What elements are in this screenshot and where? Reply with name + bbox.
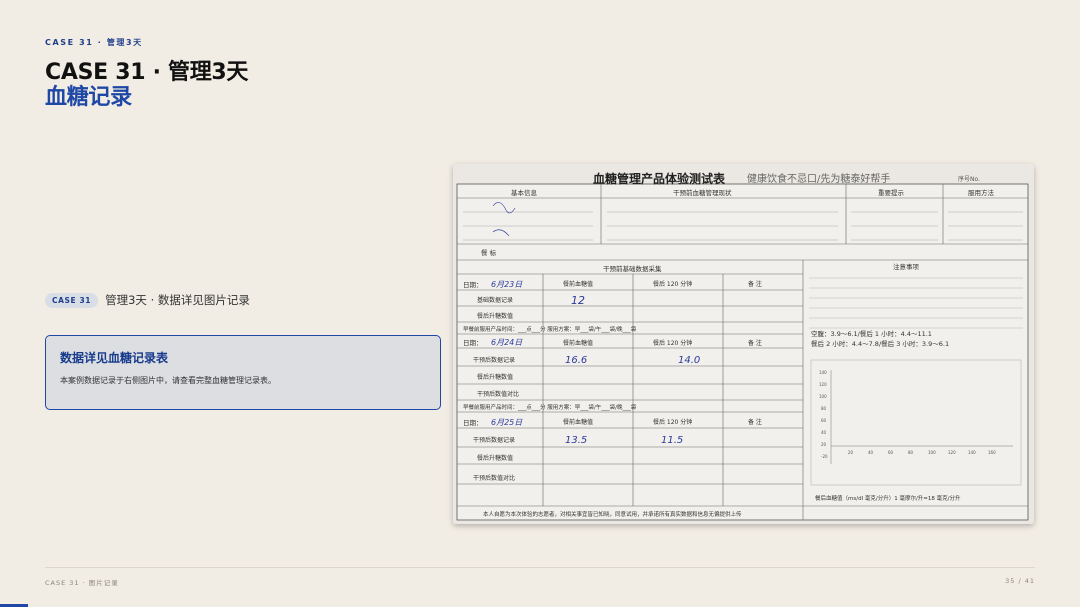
consent-note: 本人自愿为本次体验的志愿者，对相关事宜皆已知晓，同意试用，并承诺所有真实数据和信… (483, 510, 742, 518)
time-line-2: 早餐前服用产品时间：___点___分 服用方案：早___袋/午___袋/晚___… (463, 403, 637, 411)
svg-text:40: 40 (868, 450, 874, 455)
pre-meal-label-3: 餐前血糖值 (563, 418, 593, 426)
svg-text:60: 60 (821, 418, 827, 423)
remarks-label-3: 备 注 (748, 418, 762, 426)
remarks-label-1: 备 注 (748, 280, 762, 288)
hw-day1-pre: 12 (571, 294, 585, 307)
page-counter: 35 / 41 (1005, 577, 1035, 585)
hw-date-1: 6月23日 (491, 280, 523, 289)
post-meal-label-2: 餐后 120 分钟 (653, 339, 692, 347)
serial-label: 序号No. (958, 175, 980, 183)
hw-date-3: 6月25日 (491, 418, 523, 427)
basic-info-label: 基本信息 (511, 188, 538, 197)
row-rise-2: 餐后升糖数值 (477, 373, 513, 381)
svg-text:140: 140 (968, 450, 976, 455)
status-header: 干预前血糖管理现状 (673, 188, 732, 197)
row-after-3: 干预后数据记录 (473, 436, 515, 444)
svg-text:-20: -20 (821, 454, 828, 459)
hw-day3-pre: 13.5 (565, 435, 587, 446)
info-card: 数据详见血糖记录表 本案例数据记录于右侧图片中，请查看完整血糖管理记录表。 (45, 335, 441, 410)
svg-text:100: 100 (819, 394, 827, 399)
svg-text:80: 80 (908, 450, 914, 455)
pre-meal-label-1: 餐前血糖值 (563, 280, 593, 288)
svg-text:140: 140 (819, 370, 827, 375)
row-compare-2: 干预后数值对比 (477, 390, 519, 398)
row-rise-1: 餐后升糖数值 (477, 312, 513, 320)
tagline-text: 管理3天 · 数据详见图片记录 (105, 293, 250, 307)
svg-text:20: 20 (848, 450, 854, 455)
method-header: 服用方法 (968, 188, 995, 197)
svg-text:40: 40 (821, 430, 827, 435)
reference-range-1: 空腹：3.9～6.1/餐后 1 小时：4.4～11.1 (811, 329, 932, 338)
svg-text:60: 60 (888, 450, 894, 455)
row-compare-3: 干预后数值对比 (473, 474, 515, 482)
hw-date-2: 6月24日 (491, 338, 523, 347)
svg-text:100: 100 (928, 450, 936, 455)
section-kicker: CASE 31 · 管理3天 (45, 38, 143, 47)
remarks-label-2: 备 注 (748, 339, 762, 347)
unit-note: 餐后血糖值（ms/dl 毫克/分升）1 毫摩尔/升=18 毫克/分升 (815, 494, 961, 502)
post-meal-label-3: 餐后 120 分钟 (653, 418, 692, 426)
pre-meal-label-2: 餐前血糖值 (563, 339, 593, 347)
svg-text:120: 120 (948, 450, 956, 455)
svg-text:160: 160 (988, 450, 996, 455)
hw-day3-post: 11.5 (661, 435, 683, 446)
svg-text:120: 120 (819, 382, 827, 387)
page-subtitle: 血糖记录 (45, 85, 132, 110)
row-intervene-2: 干预后数据记录 (473, 356, 515, 364)
form-slogan: 健康饮食不忌口/先为糖泰好帮手 (747, 172, 890, 185)
row-base-1: 基础数据记录 (477, 296, 513, 304)
baseline-header: 干预前基础数据采集 (603, 264, 662, 273)
footer-divider (45, 567, 1035, 568)
date-label-3: 日期： (463, 419, 483, 427)
date-label-1: 日期： (463, 281, 483, 289)
svg-text:20: 20 (821, 442, 827, 447)
date-label-2: 日期： (463, 339, 483, 347)
case-tagline: CASE 31 管理3天 · 数据详见图片记录 (45, 292, 250, 308)
reference-range-2: 餐后 2 小时：4.4～7.8/餐后 3 小时：3.9～6.1 (811, 339, 949, 348)
info-card-title: 数据详见血糖记录表 (60, 351, 169, 365)
notes-title: 注意事项 (893, 262, 920, 271)
row-rise-3: 餐后升糖数值 (477, 454, 513, 462)
footer-left: CASE 31 · 图片记录 (45, 579, 119, 587)
notes-header: 重要提示 (878, 188, 905, 197)
hw-day2-pre: 16.6 (565, 355, 587, 366)
svg-text:80: 80 (821, 406, 827, 411)
blood-sugar-record-photo: 血糖管理产品体验测试表 健康饮食不忌口/先为糖泰好帮手 序号No. 基本信息 干… (453, 164, 1034, 524)
case-pill: CASE 31 (45, 292, 99, 308)
form-title: 血糖管理产品体验测试表 (593, 171, 726, 186)
info-card-body: 本案例数据记录于右侧图片中，请查看完整血糖管理记录表。 (60, 376, 276, 385)
time-line-1: 早餐前服用产品时间：___点___分 服用方案：早___袋/午___袋/晚___… (463, 325, 637, 333)
post-meal-label-1: 餐后 120 分钟 (653, 280, 692, 288)
hw-day2-post: 14.0 (678, 355, 700, 366)
meal-label: 餐 标 (481, 248, 497, 257)
